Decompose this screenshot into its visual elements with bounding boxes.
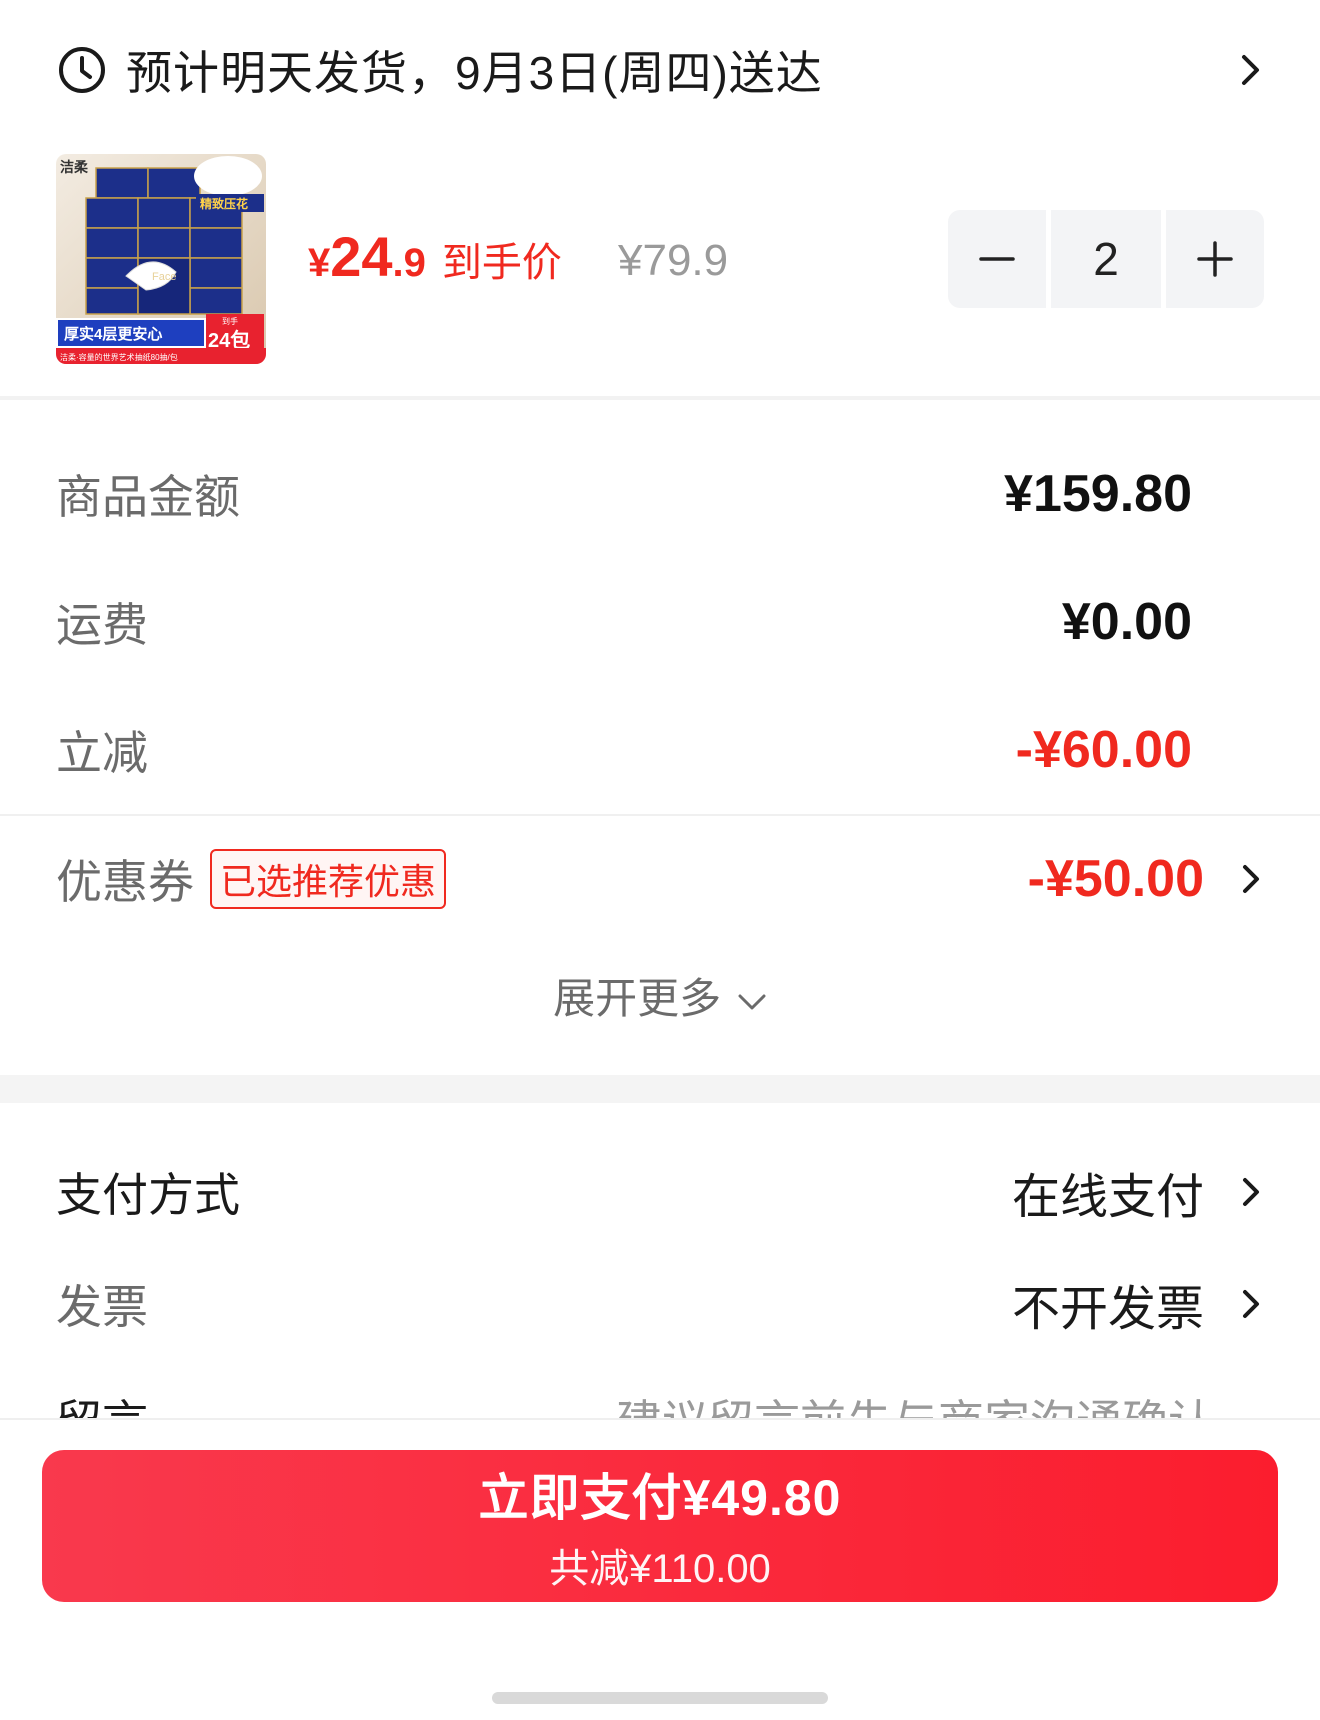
pay-now-label: 立即支付¥49.80 bbox=[478, 1470, 842, 1526]
total-saved-label: 共减¥110.00 bbox=[549, 1547, 771, 1591]
payment-method-row[interactable]: 支付方式 在线支付 bbox=[56, 1160, 1264, 1224]
message-row[interactable]: 留言 建议留言前先与商家沟通确认 bbox=[0, 1390, 1320, 1418]
delivery-text: 预计明天发货，9月3日(周四)送达 bbox=[126, 47, 823, 99]
chevron-right-icon bbox=[1242, 55, 1259, 85]
brand-text: 洁柔 bbox=[60, 159, 89, 175]
price-decimal: .9 bbox=[392, 241, 426, 285]
invoice-value: 不开发票 bbox=[1011, 1283, 1204, 1336]
message-label: 留言 bbox=[56, 1390, 148, 1418]
chevron-down-icon bbox=[738, 994, 766, 1010]
tissue-product-image: Face 精致压花 洁柔 厚实4层更安心 到手 24包 洁柔·容量的世界艺术抽纸… bbox=[56, 154, 266, 364]
instant-discount-row: 立减 -¥60.00 bbox=[56, 720, 1264, 780]
minus-icon bbox=[979, 257, 1015, 261]
chevron-right-icon bbox=[1243, 1290, 1259, 1318]
instant-discount-value: -¥60.00 bbox=[1015, 721, 1192, 779]
payment-method-label: 支付方式 bbox=[56, 1169, 240, 1221]
count-small-text: 到手 bbox=[222, 316, 238, 326]
final-price: ¥ 24 .9 到手价 bbox=[308, 224, 562, 289]
home-indicator[interactable] bbox=[492, 1692, 828, 1704]
price-integer: 24 bbox=[330, 225, 393, 288]
chevron-right-icon bbox=[1243, 1178, 1259, 1206]
delivery-info-row[interactable]: 预计明天发货，9月3日(周四)送达 bbox=[0, 0, 1320, 140]
coupon-label: 优惠券 bbox=[56, 856, 194, 908]
coupon-badge: 已选推荐优惠 bbox=[210, 849, 447, 909]
shipping-row: 运费 ¥0.00 bbox=[56, 592, 1264, 652]
original-price: ¥79.9 bbox=[618, 236, 729, 285]
shipping-label: 运费 bbox=[56, 599, 148, 651]
clock-icon bbox=[59, 47, 105, 93]
decrease-button[interactable] bbox=[948, 210, 1046, 308]
invoice-row[interactable]: 发票 不开发票 bbox=[56, 1272, 1264, 1336]
banner-text: 厚实4层更安心 bbox=[64, 325, 162, 343]
checkout-page: 预计明天发货，9月3日(周四)送达 Face 精致压花 洁柔 厚实4层更安心 到… bbox=[0, 0, 1320, 1720]
goods-amount-value: ¥159.80 bbox=[1004, 465, 1192, 523]
plus-icon bbox=[1197, 241, 1233, 277]
quantity-value[interactable]: 2 bbox=[1051, 210, 1161, 308]
increase-button[interactable] bbox=[1166, 210, 1264, 308]
pay-now-button[interactable]: 立即支付¥49.80 共减¥110.00 bbox=[42, 1450, 1278, 1602]
expand-more-label: 展开更多 bbox=[553, 975, 722, 1022]
coupon-value: -¥50.00 bbox=[1027, 850, 1204, 908]
price-tag: 到手价 bbox=[441, 241, 562, 285]
goods-amount-label: 商品金额 bbox=[56, 471, 240, 523]
box-label-text: Face bbox=[152, 271, 176, 283]
message-hint: 建议留言前先与商家沟通确认 bbox=[616, 1390, 1214, 1418]
quantity-stepper: 2 bbox=[948, 210, 1264, 308]
row-divider bbox=[0, 814, 1320, 816]
chevron-right-icon bbox=[1243, 865, 1259, 893]
coupon-row[interactable]: 优惠券 已选推荐优惠 -¥50.00 bbox=[56, 848, 1264, 910]
instant-discount-label: 立减 bbox=[56, 727, 148, 779]
invoice-label: 发票 bbox=[56, 1281, 148, 1333]
footnote-text: 洁柔·容量的世界艺术抽纸80抽/包 bbox=[60, 352, 178, 362]
shipping-value: ¥0.00 bbox=[1061, 593, 1192, 651]
section-divider bbox=[0, 396, 1320, 400]
product-row: Face 精致压花 洁柔 厚实4层更安心 到手 24包 洁柔·容量的世界艺术抽纸… bbox=[56, 154, 1264, 364]
payment-method-value: 在线支付 bbox=[1011, 1171, 1204, 1224]
corner-label-text: 精致压花 bbox=[200, 196, 248, 211]
expand-more-button[interactable]: 展开更多 bbox=[0, 965, 1320, 1026]
product-thumbnail[interactable]: Face 精致压花 洁柔 厚实4层更安心 到手 24包 洁柔·容量的世界艺术抽纸… bbox=[56, 154, 266, 364]
goods-amount-row: 商品金额 ¥159.80 bbox=[56, 464, 1264, 524]
section-gap bbox=[0, 1075, 1320, 1103]
bottom-pay-bar: 立即支付¥49.80 共减¥110.00 bbox=[0, 1418, 1320, 1720]
price-currency: ¥ bbox=[308, 241, 331, 285]
